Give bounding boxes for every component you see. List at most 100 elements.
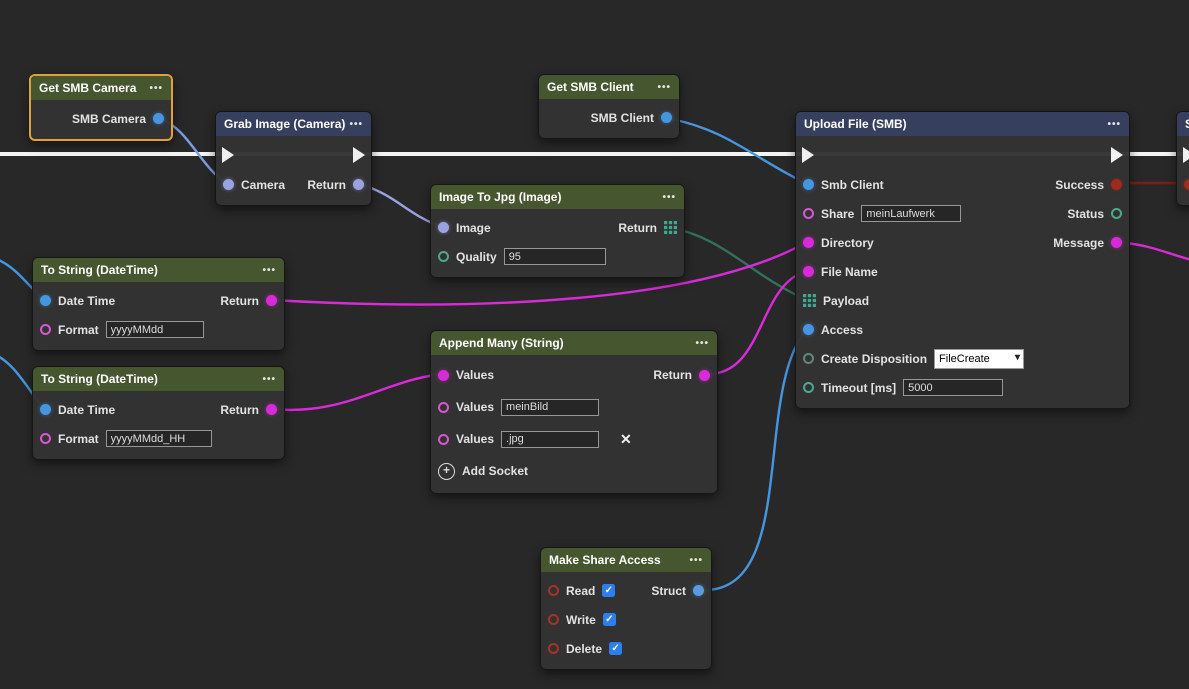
wire-hour-values xyxy=(272,374,442,410)
node-partial-right[interactable]: S xyxy=(1176,111,1189,206)
read-checkbox[interactable]: ✓ xyxy=(602,584,615,597)
share-input-pin[interactable] xyxy=(803,208,814,219)
timeout-input-pin[interactable] xyxy=(803,382,814,393)
return-output-pin[interactable] xyxy=(699,370,710,381)
add-socket-label[interactable]: Add Socket xyxy=(462,464,528,478)
success-output-pin[interactable] xyxy=(1111,179,1122,190)
node-menu-icon[interactable]: ••• xyxy=(262,374,276,385)
datetime-input-pin[interactable] xyxy=(40,295,51,306)
node-menu-icon[interactable]: ••• xyxy=(657,82,671,93)
io-row: Date Time Return xyxy=(33,286,284,315)
quality-input[interactable] xyxy=(504,248,606,265)
node-get-smb-client[interactable]: Get SMB Client ••• SMB Client xyxy=(538,74,680,139)
write-input-pin[interactable] xyxy=(548,614,559,625)
create-disposition-select[interactable]: FileCreate xyxy=(935,351,1023,367)
node-header: To String (DateTime) ••• xyxy=(33,258,284,282)
add-socket-icon[interactable]: + xyxy=(438,463,455,480)
node-title: Grab Image (Camera) xyxy=(224,117,345,131)
node-menu-icon[interactable]: ••• xyxy=(349,119,363,130)
delete-checkbox[interactable]: ✓ xyxy=(609,642,622,655)
node-title: Make Share Access xyxy=(549,553,661,567)
directory-input-pin[interactable] xyxy=(803,237,814,248)
create-disposition-input-pin[interactable] xyxy=(803,353,814,364)
smb-client-input-pin[interactable] xyxy=(803,179,814,190)
file-name-input-pin[interactable] xyxy=(803,266,814,277)
io-row: Directory Message xyxy=(796,228,1129,257)
delete-input-pin[interactable] xyxy=(548,643,559,654)
values-input[interactable] xyxy=(501,399,599,416)
format-input[interactable] xyxy=(106,430,212,447)
node-upload-file[interactable]: Upload File (SMB) ••• Smb Client Success… xyxy=(795,111,1130,409)
values-input[interactable] xyxy=(501,431,599,448)
node-title: Upload File (SMB) xyxy=(804,117,907,131)
output-label: Success xyxy=(1055,178,1104,192)
node-image-to-jpg[interactable]: Image To Jpg (Image) ••• Image Return xyxy=(430,184,685,278)
smb-camera-output-pin[interactable] xyxy=(153,113,164,124)
return-output-pin[interactable] xyxy=(353,179,364,190)
exec-in-icon[interactable] xyxy=(802,147,814,163)
node-menu-icon[interactable]: ••• xyxy=(662,192,676,203)
datetime-input-pin[interactable] xyxy=(40,404,51,415)
node-header: Get SMB Client ••• xyxy=(539,75,679,99)
format-input-pin[interactable] xyxy=(40,433,51,444)
timeout-input[interactable] xyxy=(903,379,1003,396)
input-label: Payload xyxy=(823,294,869,308)
format-input-pin[interactable] xyxy=(40,324,51,335)
read-input-pin[interactable] xyxy=(548,585,559,596)
format-input[interactable] xyxy=(106,321,204,338)
smb-client-output-pin[interactable] xyxy=(661,112,672,123)
remove-socket-icon[interactable]: ✕ xyxy=(620,431,632,448)
node-editor-canvas[interactable]: Get SMB Camera ••• SMB Camera Grab Image… xyxy=(0,0,1189,689)
return-output-pin[interactable] xyxy=(266,404,277,415)
share-input[interactable] xyxy=(861,205,961,222)
node-title: To String (DateTime) xyxy=(41,372,158,386)
input-label: Create Disposition xyxy=(821,352,927,366)
payload-input-pin[interactable] xyxy=(803,294,816,307)
input-row: Values xyxy=(431,391,717,423)
exec-out-icon[interactable] xyxy=(1111,147,1123,163)
exec-in-icon[interactable] xyxy=(1183,147,1189,163)
add-socket-row[interactable]: + Add Socket xyxy=(431,455,717,487)
values-input-pin[interactable] xyxy=(438,434,449,445)
node-menu-icon[interactable]: ••• xyxy=(262,265,276,276)
quality-input-pin[interactable] xyxy=(438,251,449,262)
exec-row xyxy=(796,140,1129,170)
output-row: SMB Client xyxy=(539,103,679,132)
output-row: SMB Camera xyxy=(31,104,171,133)
input-pin[interactable] xyxy=(1184,179,1189,190)
io-row: Date Time Return xyxy=(33,395,284,424)
exec-out-icon[interactable] xyxy=(353,147,365,163)
node-header: Grab Image (Camera) ••• xyxy=(216,112,371,136)
node-to-string-hour[interactable]: To String (DateTime) ••• Date Time Retur… xyxy=(32,366,285,460)
byte-array-output-pin[interactable] xyxy=(664,221,677,234)
output-label: Message xyxy=(1053,236,1104,250)
values-input-pin[interactable] xyxy=(438,370,449,381)
node-append-many[interactable]: Append Many (String) ••• Values Return V… xyxy=(430,330,718,494)
io-row: Smb Client Success xyxy=(796,170,1129,199)
wire-payload xyxy=(668,227,807,300)
return-output-pin[interactable] xyxy=(266,295,277,306)
node-grab-image[interactable]: Grab Image (Camera) ••• Camera Return xyxy=(215,111,372,206)
input-label: Delete xyxy=(566,642,602,656)
input-label: Access xyxy=(821,323,863,337)
node-make-share-access[interactable]: Make Share Access ••• Read ✓ Struct Writ… xyxy=(540,547,712,670)
node-get-smb-camera[interactable]: Get SMB Camera ••• SMB Camera xyxy=(29,74,173,141)
image-input-pin[interactable] xyxy=(438,222,449,233)
output-label: SMB Camera xyxy=(72,112,146,126)
access-input-pin[interactable] xyxy=(803,324,814,335)
camera-input-pin[interactable] xyxy=(223,179,234,190)
node-to-string-date[interactable]: To String (DateTime) ••• Date Time Retur… xyxy=(32,257,285,351)
write-checkbox[interactable]: ✓ xyxy=(603,613,616,626)
node-menu-icon[interactable]: ••• xyxy=(689,555,703,566)
node-menu-icon[interactable]: ••• xyxy=(695,338,709,349)
node-title: Append Many (String) xyxy=(439,336,564,350)
struct-output-pin[interactable] xyxy=(693,585,704,596)
input-row: Delete ✓ xyxy=(541,634,711,663)
values-input-pin[interactable] xyxy=(438,402,449,413)
message-output-pin[interactable] xyxy=(1111,237,1122,248)
node-menu-icon[interactable]: ••• xyxy=(1107,119,1121,130)
node-menu-icon[interactable]: ••• xyxy=(149,83,163,94)
exec-in-icon[interactable] xyxy=(222,147,234,163)
input-label: Share xyxy=(821,207,854,221)
status-output-pin[interactable] xyxy=(1111,208,1122,219)
